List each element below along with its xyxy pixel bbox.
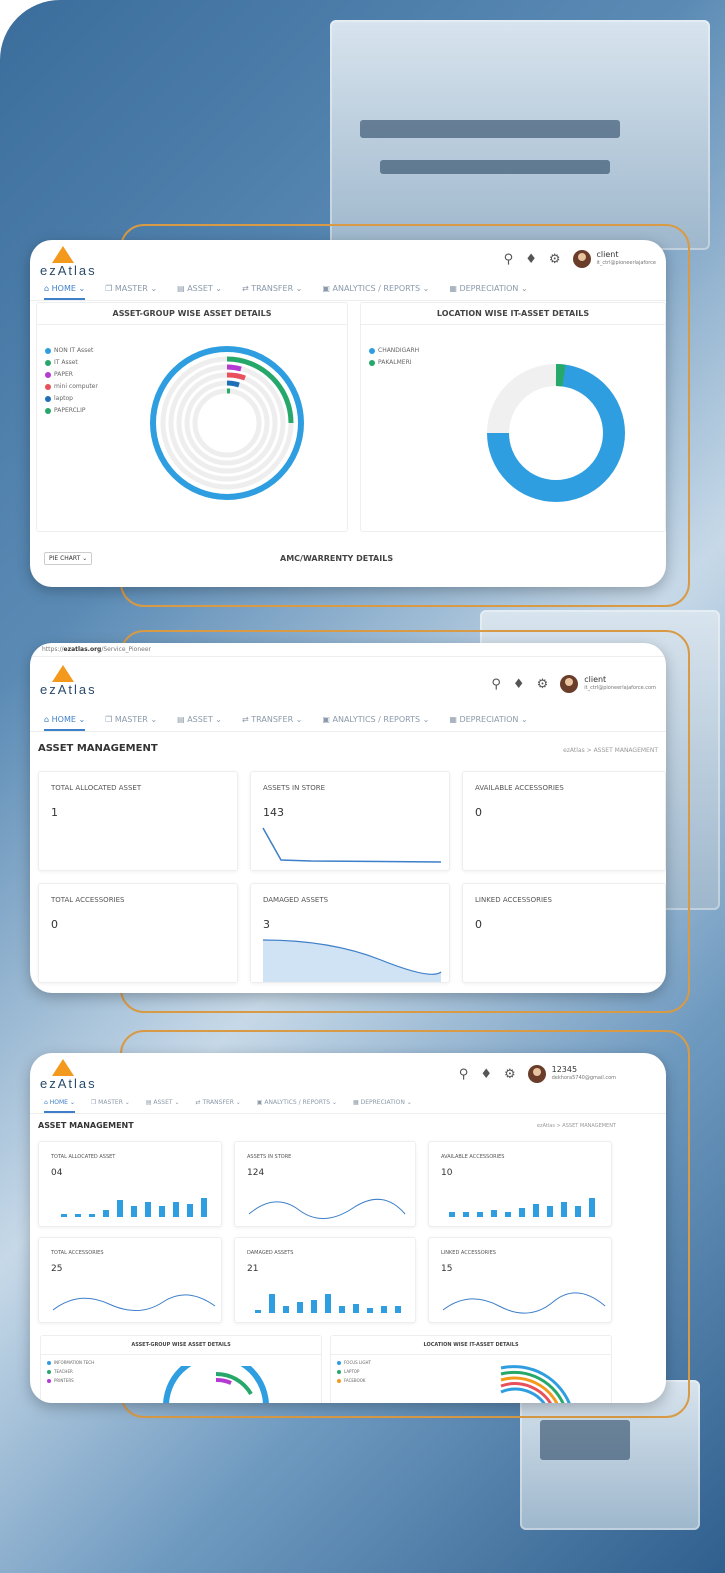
card-total-accessories[interactable]: TOTAL ACCESSORIES 0: [38, 883, 238, 983]
card-total-allocated[interactable]: TOTAL ALLOCATED ASSET 1: [38, 771, 238, 871]
card-assets-in-store[interactable]: ASSETS IN STORE 124: [234, 1141, 416, 1227]
panel-title: ASSET-GROUP WISE ASSET DETAILS: [41, 1336, 321, 1355]
panel-title: ASSET-GROUP WISE ASSET DETAILS: [37, 303, 347, 325]
amc-title: AMC/WARRENTY DETAILS: [280, 554, 394, 563]
chart-type-select[interactable]: PIE CHART ⌄: [44, 552, 93, 565]
nav-depreciation[interactable]: ▦ DEPRECIATION ⌄: [353, 1099, 412, 1113]
card-linked-accessories[interactable]: LINKED ACCESSORIES 0: [462, 883, 666, 983]
search-icon[interactable]: ⚲: [491, 677, 501, 692]
bell-icon[interactable]: ♦: [480, 1067, 492, 1082]
gear-icon[interactable]: ⚙: [537, 677, 549, 692]
nav-asset[interactable]: ▤ ASSET ⌄: [146, 1099, 180, 1113]
nav-home[interactable]: ⌂ HOME ⌄: [44, 284, 86, 300]
asset-group-panel: ASSET-GROUP WISE ASSET DETAILS NON IT As…: [36, 302, 348, 532]
panel-title: LOCATION WISE IT-ASSET DETAILS: [361, 303, 665, 325]
chart-legend: NON IT Asset IT Asset PAPER mini compute…: [45, 345, 98, 417]
wave-sparkline: [248, 1198, 406, 1219]
nav-depreciation[interactable]: ▦ DEPRECIATION ⌄: [449, 715, 527, 731]
nav-analytics[interactable]: ▣ ANALYTICS / REPORTS ⌄: [322, 715, 429, 731]
screenshot-dashboard-charts: ezAtlas ⚲ ♦ ⚙ client it_ctrl@pioneerlajaf…: [30, 240, 666, 587]
search-icon[interactable]: ⚲: [504, 252, 514, 267]
ezatlas-logo: ezAtlas: [40, 665, 97, 697]
nav-depreciation[interactable]: ▦ DEPRECIATION ⌄: [449, 284, 527, 300]
chart-legend: FOCUS LIGHT LAPTOP FACEBOOK: [337, 1358, 371, 1385]
nav-home[interactable]: ⌂ HOME ⌄: [44, 1099, 75, 1113]
main-nav: ⌂ HOME ⌄ ❐ MASTER ⌄ ▤ ASSET ⌄ ⇄ TRANSFER…: [30, 284, 666, 301]
avatar: [572, 250, 591, 268]
card-available-accessories[interactable]: AVAILABLE ACCESSORIES 0: [462, 771, 666, 871]
card-total-allocated[interactable]: TOTAL ALLOCATED ASSET 04: [38, 1141, 222, 1227]
panel-title: LOCATION WISE IT-ASSET DETAILS: [331, 1336, 611, 1355]
search-icon[interactable]: ⚲: [459, 1067, 469, 1082]
breadcrumb[interactable]: ezAtlas > ASSET MANAGEMENT: [537, 1123, 616, 1129]
gear-icon[interactable]: ⚙: [549, 252, 561, 267]
page-title: ASSET MANAGEMENT: [38, 743, 158, 754]
wave-sparkline: [52, 1294, 216, 1311]
donut-chart: [487, 364, 625, 502]
breadcrumb[interactable]: ezAtlas > ASSET MANAGEMENT: [563, 747, 658, 754]
screenshot-asset-management-2: ezAtlas ⚲ ♦ ⚙ 12345 dekhora5740@gmail.com…: [30, 1053, 666, 1403]
card-assets-in-store[interactable]: ASSETS IN STORE 143: [250, 771, 450, 871]
screenshot-asset-management: https://ezatlas.org/Service_Pioneer ezAt…: [30, 643, 666, 993]
user-menu[interactable]: 12345 dekhora5740@gmail.com: [527, 1065, 616, 1083]
nav-master[interactable]: ❐ MASTER ⌄: [105, 284, 157, 300]
location-panel: LOCATION WISE IT-ASSET DETAILS FOCUS LIG…: [330, 1335, 612, 1403]
avatar: [560, 675, 579, 693]
main-nav: ⌂ HOME ⌄ ❐ MASTER ⌄ ▤ ASSET ⌄ ⇄ TRANSFER…: [30, 715, 666, 732]
main-nav: ⌂ HOME ⌄ ❐ MASTER ⌄ ▤ ASSET ⌄ ⇄ TRANSFER…: [30, 1099, 666, 1114]
user-menu[interactable]: client it_ctrl@pioneerlajaforce: [572, 250, 656, 268]
wave-sparkline: [442, 1292, 606, 1314]
chart-legend: INFORMATION TECH TEACHER PRINTERS: [47, 1358, 94, 1385]
card-damaged-assets[interactable]: DAMAGED ASSETS 3: [250, 883, 450, 983]
ezatlas-logo: ezAtlas: [40, 1059, 97, 1091]
bell-icon[interactable]: ♦: [525, 252, 537, 267]
page-title: ASSET MANAGEMENT: [38, 1121, 134, 1130]
radial-bar-chart: [150, 346, 304, 500]
nav-transfer[interactable]: ⇄ TRANSFER ⌄: [242, 284, 302, 300]
nav-analytics[interactable]: ▣ ANALYTICS / REPORTS ⌄: [257, 1099, 337, 1113]
avatar: [527, 1065, 546, 1083]
nav-home[interactable]: ⌂ HOME ⌄: [44, 715, 86, 731]
nav-transfer[interactable]: ⇄ TRANSFER ⌄: [196, 1099, 241, 1113]
bar-sparkline: [255, 1294, 401, 1313]
radial-bar-chart: [500, 1365, 571, 1403]
bell-icon[interactable]: ♦: [513, 677, 525, 692]
area-sparkline: [262, 939, 442, 982]
bar-sparkline: [449, 1198, 595, 1217]
nav-master[interactable]: ❐ MASTER ⌄: [105, 715, 157, 731]
nav-analytics[interactable]: ▣ ANALYTICS / REPORTS ⌄: [322, 284, 429, 300]
card-damaged-assets[interactable]: DAMAGED ASSETS 21: [234, 1237, 416, 1323]
sparkline: [262, 827, 442, 863]
bar-sparkline: [61, 1198, 207, 1217]
radial-bar-chart: [163, 1366, 269, 1403]
nav-transfer[interactable]: ⇄ TRANSFER ⌄: [242, 715, 302, 731]
card-linked-accessories[interactable]: LINKED ACCESSORIES 15: [428, 1237, 612, 1323]
nav-master[interactable]: ❐ MASTER ⌄: [91, 1099, 130, 1113]
user-menu[interactable]: client it_ctrl@pioneerlajaforce.com: [560, 675, 656, 693]
card-available-accessories[interactable]: AVAILABLE ACCESSORIES 10: [428, 1141, 612, 1227]
asset-group-panel: ASSET-GROUP WISE ASSET DETAILS INFORMATI…: [40, 1335, 322, 1403]
browser-url-bar[interactable]: https://ezatlas.org/Service_Pioneer: [30, 643, 666, 657]
location-panel: LOCATION WISE IT-ASSET DETAILS CHANDIGAR…: [360, 302, 666, 532]
gear-icon[interactable]: ⚙: [504, 1067, 516, 1082]
chart-legend: CHANDIGARH PAKALMERI: [369, 345, 419, 369]
nav-asset[interactable]: ▤ ASSET ⌄: [177, 284, 222, 300]
ezatlas-logo: ezAtlas: [40, 246, 97, 278]
nav-asset[interactable]: ▤ ASSET ⌄: [177, 715, 222, 731]
card-total-accessories[interactable]: TOTAL ACCESSORIES 25: [38, 1237, 222, 1323]
